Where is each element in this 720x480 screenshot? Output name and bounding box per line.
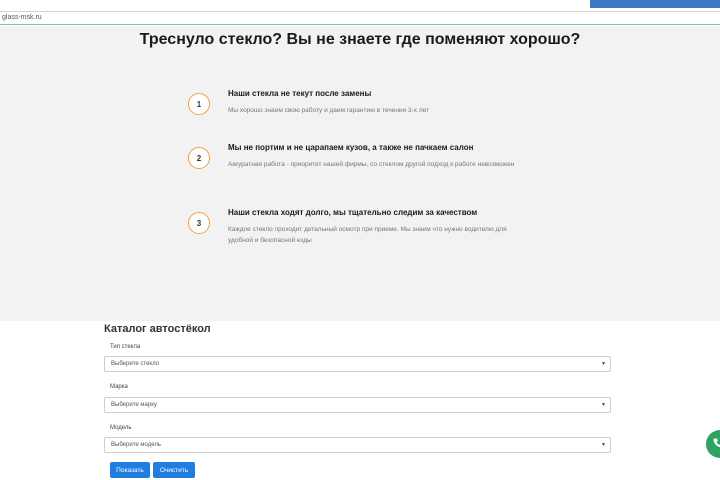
glass-type-select[interactable]: Выберите стекло ▼: [104, 356, 611, 372]
feature-desc-3: Каждое стекло проходит детальный осмотр …: [228, 226, 507, 244]
brand-label: Марка: [110, 384, 128, 390]
glass-type-label: Тип стекла: [110, 344, 141, 350]
address-bar[interactable]: glass-msk.ru: [0, 13, 720, 25]
show-button[interactable]: Показать: [110, 462, 150, 478]
hero-section: Треснуло стекло? Вы не знаете где поменя…: [0, 26, 720, 321]
feature-title-1: Наши стекла не текут после замены: [228, 89, 372, 98]
feature-title-3: Наши стекла ходят долго, мы тщательно сл…: [228, 208, 478, 217]
feature-number-2: 2: [188, 147, 210, 169]
brand-select[interactable]: Выберите марку ▼: [104, 397, 611, 413]
model-select-value: Выберите модель: [111, 442, 161, 448]
model-select[interactable]: Выберите модель ▼: [104, 437, 611, 453]
phone-icon: [713, 438, 720, 448]
clear-button[interactable]: Очистить: [153, 462, 195, 478]
caret-down-icon: ▼: [601, 442, 606, 448]
feature-number-1: 1: [188, 93, 210, 115]
caret-down-icon: ▼: [601, 402, 606, 408]
catalog-title: Каталог автостёкол: [104, 323, 211, 335]
model-label: Модель: [110, 425, 132, 431]
address-bar-url: glass-msk.ru: [2, 14, 42, 21]
glass-type-select-value: Выберите стекло: [111, 361, 160, 367]
hero-title: Треснуло стекло? Вы не знаете где поменя…: [139, 31, 581, 48]
feature-desc-1: Мы хорошо знаем свою работу и даем гаран…: [228, 107, 429, 114]
caret-down-icon: ▼: [601, 361, 606, 367]
catalog-section: Каталог автостёкол Тип стекла Выберите с…: [0, 321, 720, 480]
feature-number-3: 3: [188, 212, 210, 234]
feature-desc-2: Аккуратная работа - приоритет нашей фирм…: [228, 161, 515, 168]
browser-top-accent: [590, 0, 720, 8]
feature-title-2: Мы не портим и не царапаем кузов, а такж…: [228, 143, 474, 152]
brand-select-value: Выберите марку: [111, 402, 157, 408]
